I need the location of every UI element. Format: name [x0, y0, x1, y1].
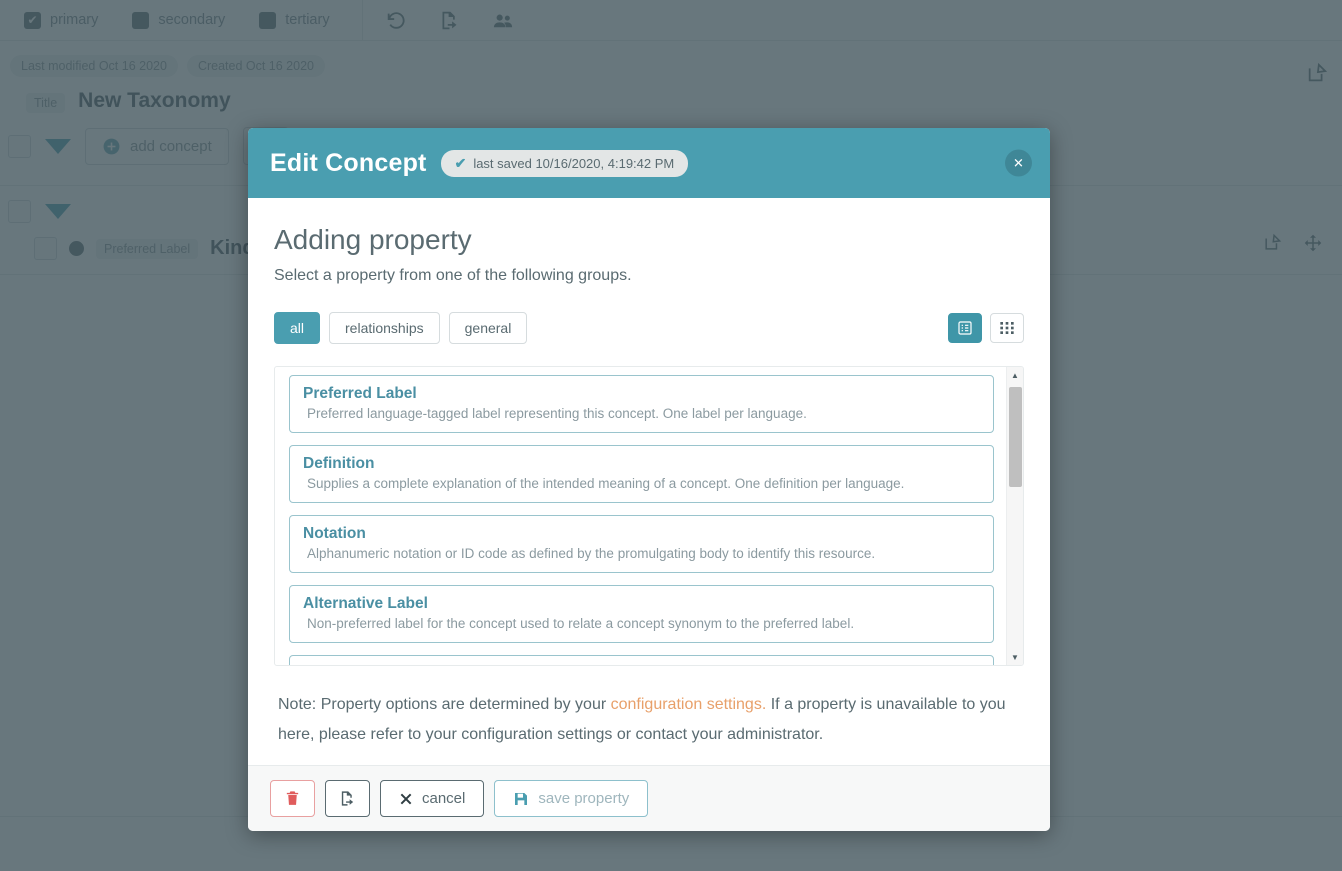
section-heading: Adding property: [274, 224, 472, 255]
property-name: Definition: [303, 455, 375, 472]
tab-all[interactable]: all: [274, 312, 321, 344]
modal-title: Edit Concept: [270, 148, 427, 177]
list-item[interactable]: Hidden Label Label for the concept that …: [289, 655, 994, 665]
tab-relationships[interactable]: relationships: [329, 312, 440, 344]
export-button[interactable]: [325, 780, 370, 817]
section-subheading: Select a property from one of the follow…: [274, 267, 632, 284]
save-status-text: last saved 10/16/2020, 4:19:42 PM: [473, 155, 675, 171]
list-item[interactable]: Alternative Label Non-preferred label fo…: [289, 585, 994, 643]
export-icon: [339, 790, 356, 807]
edit-concept-modal: Edit Concept ✔ last saved 10/16/2020, 4:…: [248, 128, 1050, 831]
list-item[interactable]: Notation Alphanumeric notation or ID cod…: [289, 515, 994, 573]
property-list: Preferred Label Preferred language-tagge…: [274, 366, 1024, 666]
list-view-button[interactable]: [948, 313, 982, 343]
list-view-icon: [957, 320, 973, 336]
modal-body: Adding property Select a property from o…: [248, 198, 1050, 765]
scrollbar-track[interactable]: [1008, 383, 1022, 649]
cancel-label: cancel: [422, 790, 466, 807]
property-name: Preferred Label: [303, 385, 417, 402]
delete-button[interactable]: [270, 780, 315, 817]
close-button[interactable]: ✕: [1005, 149, 1032, 177]
close-icon: [399, 792, 413, 806]
configuration-settings-link[interactable]: configuration settings.: [611, 696, 767, 713]
list-item[interactable]: Preferred Label Preferred language-tagge…: [289, 375, 994, 433]
property-name: Alternative Label: [303, 595, 428, 612]
scroll-up-icon[interactable]: ▲: [1007, 367, 1023, 383]
application-root: ✔ primary secondary tertiary: [0, 0, 1342, 871]
close-icon: ✕: [1013, 155, 1024, 170]
property-description: Preferred language-tagged label represen…: [307, 406, 807, 421]
property-description: Alphanumeric notation or ID code as defi…: [307, 546, 876, 561]
view-toggle-group: [948, 313, 1024, 343]
save-property-label: save property: [538, 790, 630, 807]
scroll-down-icon[interactable]: ▼: [1007, 649, 1023, 665]
grid-view-icon: [999, 320, 1015, 336]
grid-view-button[interactable]: [990, 313, 1024, 343]
cancel-button[interactable]: cancel: [380, 780, 485, 817]
save-property-button[interactable]: save property: [494, 780, 649, 817]
tab-general[interactable]: general: [448, 312, 528, 344]
property-list-scroll: Preferred Label Preferred language-tagge…: [275, 367, 1006, 665]
modal-footer: cancel save property: [248, 765, 1050, 831]
note-text-before: Note: Property options are determined by…: [278, 696, 611, 713]
scrollbar[interactable]: ▲ ▼: [1006, 367, 1023, 665]
filter-row: all relationships general: [274, 312, 1024, 344]
property-name: Notation: [303, 525, 366, 542]
save-disk-icon: [513, 791, 529, 807]
configuration-note: Note: Property options are determined by…: [274, 666, 1024, 751]
trash-icon: [284, 790, 301, 807]
check-icon: ✔: [454, 154, 467, 171]
property-description: Non-preferred label for the concept used…: [307, 616, 855, 631]
scrollbar-thumb[interactable]: [1009, 387, 1022, 487]
list-item[interactable]: Definition Supplies a complete explanati…: [289, 445, 994, 503]
save-status-badge: ✔ last saved 10/16/2020, 4:19:42 PM: [440, 149, 689, 177]
property-description: Supplies a complete explanation of the i…: [307, 476, 905, 491]
modal-header: Edit Concept ✔ last saved 10/16/2020, 4:…: [248, 128, 1050, 198]
